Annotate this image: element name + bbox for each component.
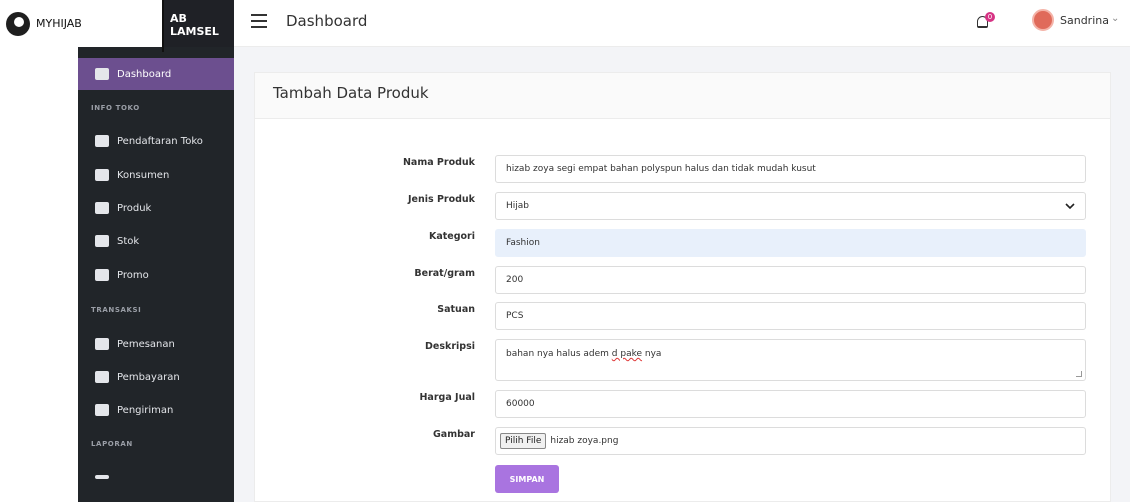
menu-toggle-icon[interactable] xyxy=(251,14,267,28)
sidebar-item-label: Pemesanan xyxy=(117,338,175,350)
report-icon xyxy=(95,475,109,479)
logo-text: MYHIJAB xyxy=(36,17,82,30)
nama-produk-input[interactable]: hizab zoya segi empat bahan polyspun hal… xyxy=(495,155,1086,183)
sidebar-item-label: Konsumen xyxy=(117,169,170,181)
page-title: Dashboard xyxy=(286,12,368,30)
sidebar-item-pembayaran[interactable]: Pembayaran xyxy=(78,361,234,393)
harga-jual-value: 60000 xyxy=(506,399,535,409)
logo-icon xyxy=(6,11,30,36)
kategori-field: Fashion xyxy=(495,229,1086,257)
sidebar-item-label: Promo xyxy=(117,269,149,281)
harga-jual-label: Harga Jual xyxy=(419,392,475,403)
choose-file-button[interactable]: Pilih File xyxy=(500,433,547,449)
order-icon xyxy=(95,338,109,350)
avatar[interactable] xyxy=(1032,9,1054,31)
main-content: Tambah Data Produk Nama Produk hizab zoy… xyxy=(234,47,1130,502)
deskripsi-value: bahan nya halus adem d pake nya xyxy=(506,349,662,359)
header-brand: AB LAMSEL xyxy=(164,0,234,47)
logo[interactable]: MYHIJAB xyxy=(0,0,162,47)
sidebar-item-label: Dashboard xyxy=(117,68,172,80)
kategori-label: Kategori xyxy=(428,231,475,242)
sidebar-item-dashboard[interactable]: Dashboard xyxy=(78,58,234,90)
sidebar-section-laporan: LAPORAN xyxy=(91,440,133,448)
notification-badge: 0 xyxy=(985,12,995,22)
sidebar-section-transaksi: TRANSAKSI xyxy=(91,306,142,314)
logo-divider xyxy=(162,0,164,52)
truck-icon xyxy=(95,404,109,416)
berat-label: Berat/gram xyxy=(414,268,475,279)
card-header: Tambah Data Produk xyxy=(254,72,1111,118)
sidebar-item-pendaftaran[interactable]: Pendaftaran Toko xyxy=(78,125,234,157)
gambar-file-input[interactable]: Pilih File hizab zoya.png xyxy=(495,427,1086,455)
simpan-button[interactable]: SIMPAN xyxy=(495,465,559,493)
satuan-value: PCS xyxy=(506,311,524,321)
list-icon xyxy=(95,235,109,247)
kategori-value: Fashion xyxy=(506,238,540,248)
sidebar-item-label: Pendaftaran Toko xyxy=(117,135,203,147)
nama-produk-value: hizab zoya segi empat bahan polyspun hal… xyxy=(506,164,816,174)
sidebar: Dashboard INFO TOKO Pendaftaran Toko Kon… xyxy=(78,47,234,502)
sidebar-item-pemesanan[interactable]: Pemesanan xyxy=(78,328,234,360)
sidebar-item-label: Pengiriman xyxy=(117,404,174,416)
product-form: Nama Produk hizab zoya segi empat bahan … xyxy=(254,118,1111,502)
gambar-label: Gambar xyxy=(432,429,475,440)
users-icon xyxy=(95,169,109,181)
sidebar-item-produk[interactable]: Produk xyxy=(78,192,234,224)
chevron-down-icon xyxy=(1065,203,1075,210)
berat-value: 200 xyxy=(506,275,524,285)
deskripsi-label: Deskripsi xyxy=(425,341,475,352)
jenis-produk-value: Hijab xyxy=(506,201,529,211)
sidebar-item-konsumen[interactable]: Konsumen xyxy=(78,159,234,191)
sidebar-section-info: INFO TOKO xyxy=(91,104,140,112)
dashboard-icon xyxy=(95,68,109,80)
berat-input[interactable]: 200 xyxy=(495,266,1086,294)
sidebar-item-pengiriman[interactable]: Pengiriman xyxy=(78,394,234,426)
sidebar-item-promo[interactable]: Promo xyxy=(78,259,234,291)
sidebar-item-stok[interactable]: Stok xyxy=(78,225,234,257)
card-title: Tambah Data Produk xyxy=(273,84,429,102)
deskripsi-textarea[interactable]: bahan nya halus adem d pake nya xyxy=(495,339,1086,381)
sidebar-item-laporan-partial[interactable] xyxy=(78,461,234,493)
satuan-input[interactable]: PCS xyxy=(495,302,1086,330)
product-icon xyxy=(95,202,109,214)
sidebar-item-label: Produk xyxy=(117,202,152,214)
page: AB LAMSEL MYHIJAB Dashboard 0 Sandrina ⌄… xyxy=(0,0,1130,502)
sidebar-item-label: Stok xyxy=(117,235,140,247)
file-name: hizab zoya.png xyxy=(550,436,619,446)
wallet-icon xyxy=(95,371,109,383)
resize-handle[interactable] xyxy=(1076,371,1082,377)
top-header: Dashboard 0 Sandrina ⌄ xyxy=(234,0,1130,47)
satuan-label: Satuan xyxy=(437,304,475,315)
jenis-produk-select[interactable]: Hijab xyxy=(495,192,1086,220)
notification-bell-icon[interactable]: 0 xyxy=(975,12,995,33)
nama-produk-label: Nama Produk xyxy=(402,157,475,168)
chevron-down-icon[interactable]: ⌄ xyxy=(1111,13,1119,24)
sidebar-item-label: Pembayaran xyxy=(117,371,180,383)
jenis-produk-label: Jenis Produk xyxy=(407,194,475,205)
user-name[interactable]: Sandrina xyxy=(1060,14,1109,27)
promo-icon xyxy=(95,269,109,281)
user-edit-icon xyxy=(95,135,109,147)
harga-jual-input[interactable]: 60000 xyxy=(495,390,1086,418)
